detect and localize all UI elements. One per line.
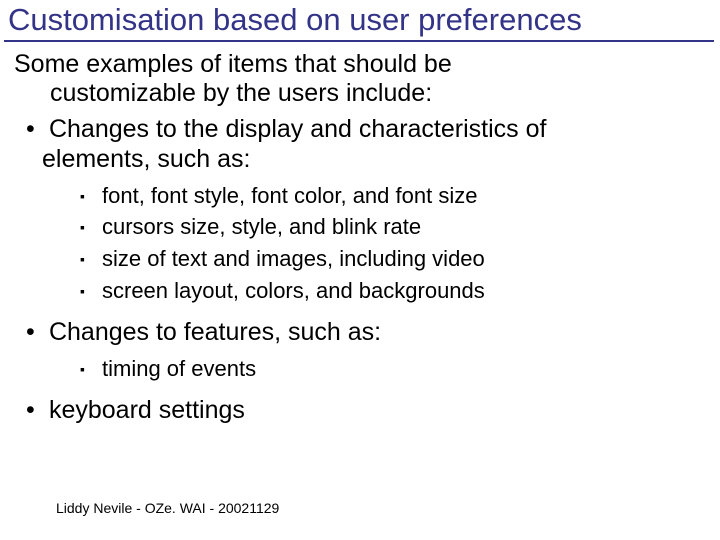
sub-bullet: font, font style, font color, and font s… xyxy=(78,180,710,212)
bullet-list: Changes to the display and characteristi… xyxy=(14,112,710,427)
bullet-3: keyboard settings xyxy=(14,393,710,427)
slide-title: Customisation based on user preferences xyxy=(4,0,714,42)
sub-bullet: timing of events xyxy=(78,353,710,385)
intro-text: Some examples of items that should be cu… xyxy=(14,50,710,108)
bullet-2-sublist: timing of events xyxy=(42,353,710,385)
bullet-3-line1: keyboard settings xyxy=(49,396,245,424)
footer-text: Liddy Nevile - OZe. WAI - 20021129 xyxy=(56,500,279,516)
intro-line1: Some examples of items that should be xyxy=(14,50,452,78)
bullet-2-line1: Changes to features, such as: xyxy=(49,318,381,346)
bullet-2: Changes to features, such as: timing of … xyxy=(14,315,710,393)
sub-bullet: cursors size, style, and blink rate xyxy=(78,211,710,243)
bullet-1: Changes to the display and characteristi… xyxy=(14,112,710,316)
slide: Customisation based on user preferences … xyxy=(0,0,720,540)
sub-bullet: screen layout, colors, and backgrounds xyxy=(78,275,710,307)
bullet-1-line1: Changes to the display and characteristi… xyxy=(49,115,547,143)
intro-line2: customizable by the users include: xyxy=(14,79,710,108)
sub-bullet: size of text and images, including video xyxy=(78,243,710,275)
bullet-1-sublist: font, font style, font color, and font s… xyxy=(42,180,710,308)
bullet-1-line2: elements, such as: xyxy=(42,145,250,173)
